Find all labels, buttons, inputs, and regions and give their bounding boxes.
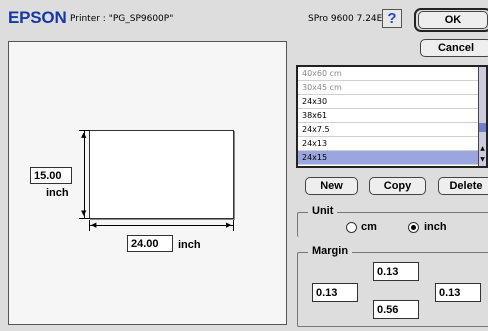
width-input[interactable]: 24.00 bbox=[127, 235, 173, 252]
height-input[interactable]: 15.00 bbox=[30, 167, 72, 184]
paper-size-list[interactable]: 40x60 cm 30x45 cm 24x30 38x61 24x7.5 24x13 24x… bbox=[296, 65, 488, 168]
ok-button[interactable]: OK bbox=[418, 11, 488, 29]
arrow-up-icon: ▲ bbox=[81, 131, 87, 139]
margin-top-input[interactable]: 0.13 bbox=[373, 262, 419, 281]
margin-group-title: Margin bbox=[308, 245, 353, 257]
width-tick-right bbox=[233, 220, 234, 231]
arrow-down-icon: ▼ bbox=[81, 209, 87, 217]
margin-bottom-input[interactable]: 0.56 bbox=[373, 300, 419, 319]
width-dimension-line bbox=[90, 225, 234, 226]
paper-size-item[interactable]: 40x60 cm bbox=[298, 67, 486, 81]
paper-preview bbox=[89, 130, 234, 219]
width-unit-label: inch bbox=[178, 239, 201, 251]
paper-size-item[interactable]: 30x45 cm bbox=[298, 81, 486, 95]
width-tick-left bbox=[89, 220, 90, 231]
list-scrollbar[interactable]: ▲ ▼ bbox=[478, 67, 486, 166]
copy-button[interactable]: Copy bbox=[369, 177, 426, 195]
unit-group-title: Unit bbox=[308, 205, 338, 217]
arrow-right-icon: ▶ bbox=[226, 221, 232, 229]
height-dimension-line bbox=[84, 131, 85, 218]
printer-name: Printer : "PG_SP9600P" bbox=[70, 14, 174, 24]
help-button[interactable]: ? bbox=[382, 9, 402, 28]
margin-left-input[interactable]: 0.13 bbox=[312, 283, 358, 302]
scroll-thumb[interactable] bbox=[479, 123, 486, 132]
margin-right-input[interactable]: 0.13 bbox=[435, 283, 481, 302]
new-button[interactable]: New bbox=[305, 177, 358, 195]
delete-button[interactable]: Delete bbox=[438, 177, 488, 195]
height-unit-label: inch bbox=[46, 187, 69, 199]
radio-inch-label[interactable]: inch bbox=[424, 221, 447, 233]
paper-size-item[interactable]: 38x61 bbox=[298, 109, 486, 123]
scroll-up-icon[interactable]: ▲ bbox=[479, 144, 486, 154]
radio-cm[interactable] bbox=[346, 222, 357, 233]
paper-size-item[interactable]: 24x13 bbox=[298, 137, 486, 151]
driver-version: SPro 9600 7.24E bbox=[308, 14, 383, 24]
radio-inch[interactable] bbox=[408, 222, 419, 233]
radio-cm-label[interactable]: cm bbox=[361, 221, 377, 233]
epson-logo: EPSON bbox=[8, 8, 67, 27]
arrow-left-icon: ◀ bbox=[91, 221, 97, 229]
cancel-button[interactable]: Cancel bbox=[420, 39, 488, 57]
paper-size-item[interactable]: 24x7.5 bbox=[298, 123, 486, 137]
height-tick-bottom bbox=[79, 218, 90, 219]
paper-size-item[interactable]: 24x30 bbox=[298, 95, 486, 109]
paper-size-item[interactable]: 24x15 bbox=[298, 151, 486, 165]
scroll-down-icon[interactable]: ▼ bbox=[479, 155, 486, 165]
